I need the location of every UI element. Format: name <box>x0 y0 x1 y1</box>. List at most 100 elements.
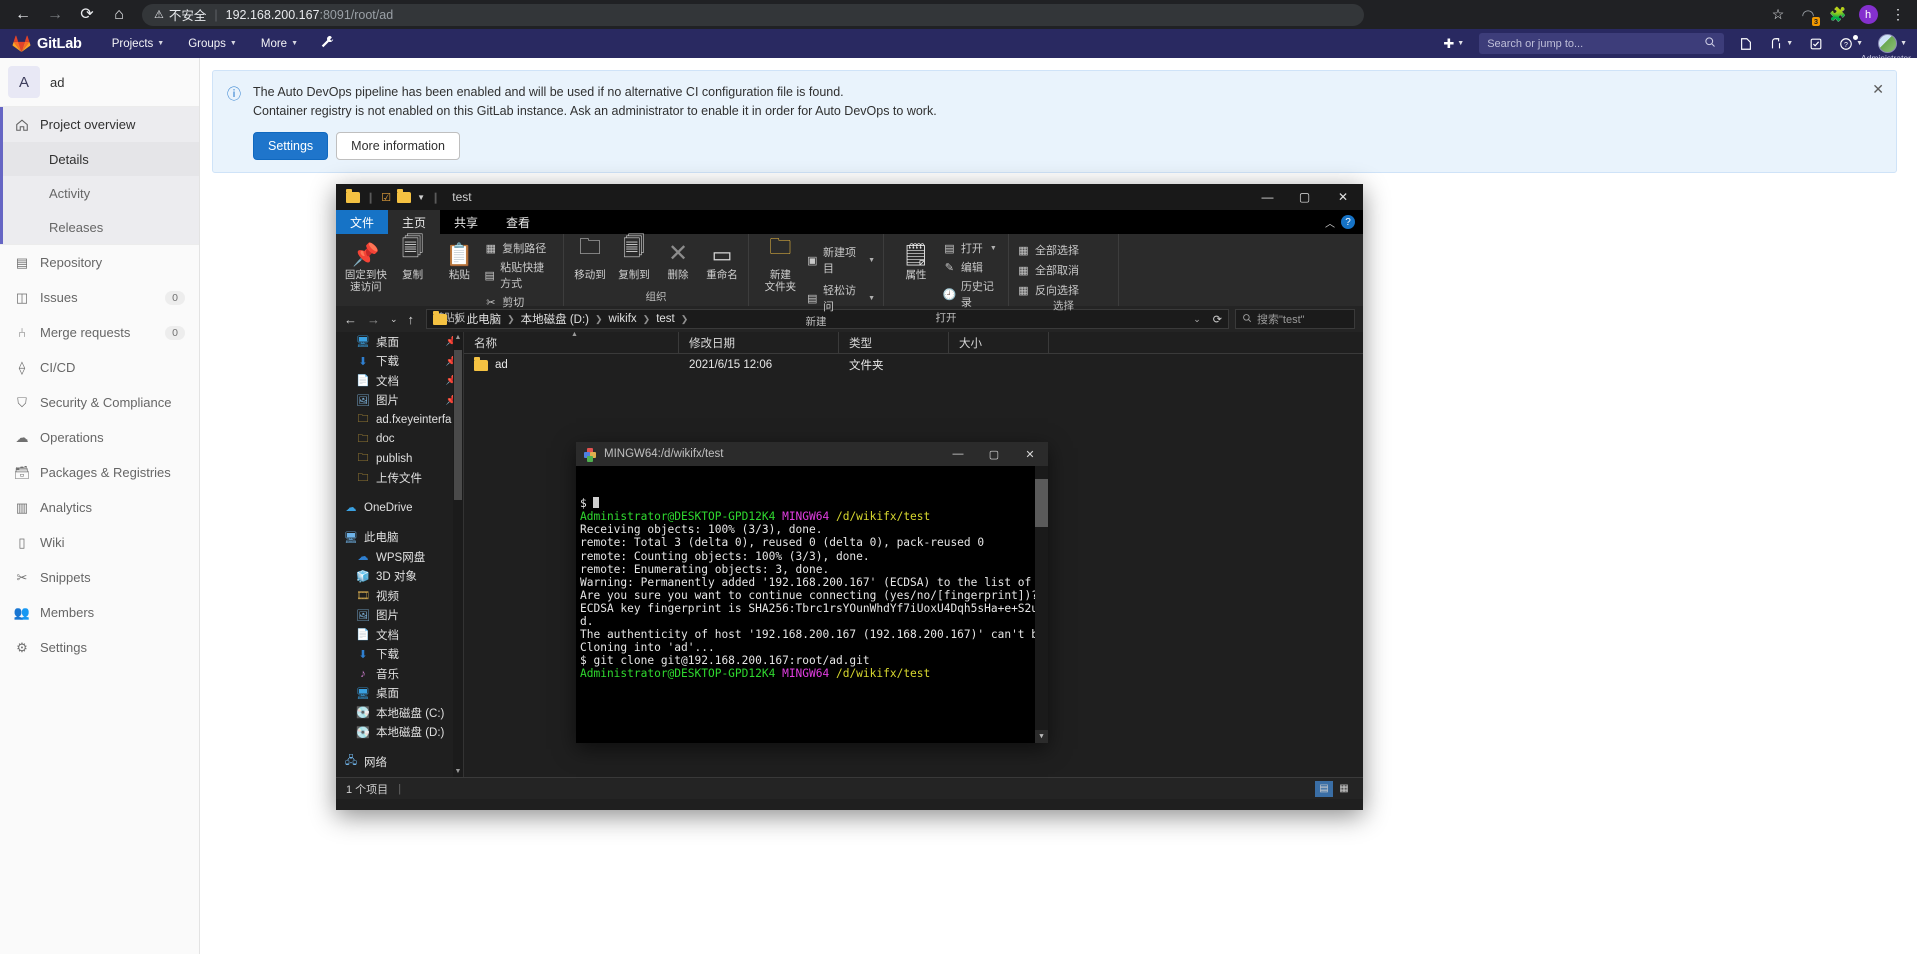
reload-icon[interactable]: ⟳ <box>72 2 102 28</box>
scrollbar-thumb[interactable] <box>1035 479 1048 527</box>
tree-item[interactable]: 🖧 网络 <box>336 752 463 772</box>
sidebar-item-details[interactable]: Details <box>3 142 199 176</box>
tab-view[interactable]: 查看 <box>492 210 544 234</box>
table-row[interactable]: ad 2021/6/15 12:06 文件夹 <box>464 354 1363 376</box>
tree-item[interactable]: 🗀 doc <box>336 430 463 450</box>
tree-item[interactable]: 💽 本地磁盘 (D:) <box>336 723 463 743</box>
column-header-size[interactable]: 大小 <box>949 331 1049 354</box>
home-icon[interactable]: ⌂ <box>104 2 134 28</box>
ribbon-rename[interactable]: ▭ 重命名 <box>704 238 740 281</box>
ribbon-properties[interactable]: 🗒 属性 <box>892 238 940 281</box>
ribbon-cut[interactable]: ✂ 剪切 <box>484 294 555 310</box>
terminal-scrollbar[interactable]: ▲ ▼ <box>1035 466 1048 743</box>
profile-avatar[interactable]: h <box>1855 2 1881 28</box>
scroll-down-icon[interactable]: ▼ <box>1035 730 1048 743</box>
sidebar-item-analytics[interactable]: ▥ Analytics <box>0 490 199 525</box>
sidebar-item-project-overview[interactable]: Project overview <box>0 107 199 142</box>
tree-item[interactable]: 🖥 此电脑 <box>336 528 463 548</box>
navigation-tree[interactable]: 🖥 桌面 📌 ⬇ 下载 📌 📄 文档 📌 🖼 图片 📌 🗀 ad.fxeyeinterfa 🗀 doc 🗀 pub… <box>336 332 464 777</box>
tree-item[interactable]: ☁ OneDrive <box>336 498 463 518</box>
ribbon-open[interactable]: ▤ 打开 ▼ <box>943 240 1000 256</box>
tree-item[interactable]: 🖼 图片 <box>336 606 463 626</box>
back-icon[interactable]: ← <box>8 2 38 28</box>
minimize-button[interactable]: — <box>940 442 976 466</box>
tree-item[interactable]: 🖼 图片 📌 <box>336 391 463 411</box>
tab-file[interactable]: 文件 <box>336 210 389 234</box>
minimize-button[interactable]: — <box>1249 184 1286 210</box>
tree-item[interactable]: ☁ WPS网盘 <box>336 547 463 567</box>
address-dropdown-icon[interactable]: ⌄ <box>1193 314 1201 325</box>
maximize-button[interactable]: ▢ <box>976 442 1012 466</box>
sidebar-item-issues[interactable]: ◫ Issues 0 <box>0 280 199 315</box>
admin-wrench-icon[interactable] <box>320 35 334 52</box>
todos-icon[interactable] <box>1802 29 1830 58</box>
more-information-button[interactable]: More information <box>336 132 460 160</box>
settings-button[interactable]: Settings <box>253 132 329 160</box>
help-icon[interactable]: ? <box>1341 215 1355 229</box>
ribbon-copy[interactable]: 🗐 复制 <box>391 234 435 281</box>
issues-icon[interactable] <box>1732 29 1760 58</box>
tree-item[interactable]: 📄 文档 <box>336 625 463 645</box>
sidebar-item-releases[interactable]: Releases <box>3 210 199 244</box>
search-input[interactable]: Search or jump to... <box>1479 33 1725 54</box>
tree-item[interactable]: 🗀 ad.fxeyeinterfa <box>336 410 463 430</box>
close-icon[interactable]: ✕ <box>1872 81 1884 98</box>
chrome-menu-icon[interactable]: ⋮ <box>1885 2 1911 28</box>
tree-item[interactable]: 📄 文档 📌 <box>336 371 463 391</box>
gitlab-logo-link[interactable]: GitLab <box>0 35 82 53</box>
ribbon-invert-selection[interactable]: ▦ 反向选择 <box>1017 282 1079 298</box>
ribbon-pin-to-quick-access[interactable]: 📌 固定到快 速访问 <box>344 238 388 293</box>
merge-requests-icon[interactable]: ▼ <box>1762 29 1800 58</box>
maximize-button[interactable]: ▢ <box>1286 184 1323 210</box>
sidebar-item-operations[interactable]: ☁ Operations <box>0 420 199 455</box>
tree-item[interactable]: 🗀 publish <box>336 449 463 469</box>
column-header-date[interactable]: 修改日期 <box>679 331 839 354</box>
user-menu[interactable]: ▼ Administrator <box>1861 34 1913 63</box>
sidebar-item-members[interactable]: 👥 Members <box>0 595 199 630</box>
ribbon-paste[interactable]: 📋 粘贴 <box>438 238 482 281</box>
scroll-up-icon[interactable]: ▲ <box>454 334 462 341</box>
forward-icon[interactable]: → <box>40 2 70 28</box>
tree-item[interactable]: ♪ 音乐 <box>336 664 463 684</box>
ribbon-select-all[interactable]: ▦ 全部选择 <box>1017 242 1079 258</box>
sidebar-item-repository[interactable]: ▤ Repository <box>0 245 199 280</box>
tree-item[interactable]: 🧊 3D 对象 <box>336 567 463 587</box>
refresh-icon[interactable]: ⟳ <box>1213 313 1222 326</box>
tree-item[interactable]: ⬇ 下载 📌 <box>336 352 463 372</box>
ribbon-delete[interactable]: ✕ 删除 <box>660 238 696 281</box>
sidebar-item-cicd[interactable]: ⟠ CI/CD <box>0 350 199 385</box>
folder-icon[interactable] <box>346 188 360 203</box>
ribbon-copy-path[interactable]: ▦ 复制路径 <box>484 240 555 256</box>
ribbon-new-item[interactable]: ▣ 新建项目 ▼ <box>807 244 875 276</box>
sidebar-project-header[interactable]: A ad <box>0 58 199 106</box>
nav-groups[interactable]: Groups ▼ <box>176 29 249 58</box>
column-header-name[interactable]: ▲ 名称 <box>464 331 679 354</box>
nav-projects[interactable]: Projects ▼ <box>100 29 176 58</box>
new-item-button[interactable]: ✚ ▼ <box>1436 29 1471 58</box>
tree-item[interactable]: 🎞 视频 <box>336 586 463 606</box>
address-bar[interactable]: ⚠ 不安全 | 192.168.200.167 :8091/root/ad <box>142 3 1364 26</box>
tree-item[interactable]: ⬇ 下载 <box>336 645 463 665</box>
ribbon-paste-shortcut[interactable]: ▤ 粘贴快捷方式 <box>484 259 555 291</box>
qat-dropdown-icon[interactable]: ▼ <box>417 193 425 202</box>
sidebar-item-security-compliance[interactable]: ⛉ Security & Compliance <box>0 385 199 420</box>
bookmark-star-icon[interactable]: ☆ <box>1765 2 1791 28</box>
tab-share[interactable]: 共享 <box>440 210 492 234</box>
explorer-search-input[interactable]: 搜索"test" <box>1235 309 1355 329</box>
sidebar-item-merge-requests[interactable]: ⑃ Merge requests 0 <box>0 315 199 350</box>
ribbon-new-folder[interactable]: 🗀 新建 文件夹 <box>757 234 804 293</box>
extension-loading-icon[interactable]: ◠ 3 <box>1795 2 1821 28</box>
nav-more[interactable]: More ▼ <box>249 29 310 58</box>
close-button[interactable]: ✕ <box>1012 442 1048 466</box>
tree-item[interactable]: 🖥 桌面 <box>336 684 463 704</box>
ribbon-copy-to[interactable]: 🗐 复制到 <box>616 234 652 281</box>
collapse-ribbon-icon[interactable]: ︿ <box>1325 215 1335 230</box>
new-folder-icon[interactable] <box>397 188 412 203</box>
sidebar-item-activity[interactable]: Activity <box>3 176 199 210</box>
explorer-title-bar[interactable]: ❙ ☑ ▼ ❙ test — ▢ ✕ <box>336 184 1363 210</box>
breadcrumb-test[interactable]: test <box>656 313 675 325</box>
ribbon-edit[interactable]: ✎ 编辑 <box>943 259 1000 275</box>
tree-item[interactable]: 🖥 桌面 📌 <box>336 332 463 352</box>
sidebar-item-wiki[interactable]: ▯ Wiki <box>0 525 199 560</box>
tree-scrollbar[interactable]: ▲ ▼ <box>453 332 463 777</box>
